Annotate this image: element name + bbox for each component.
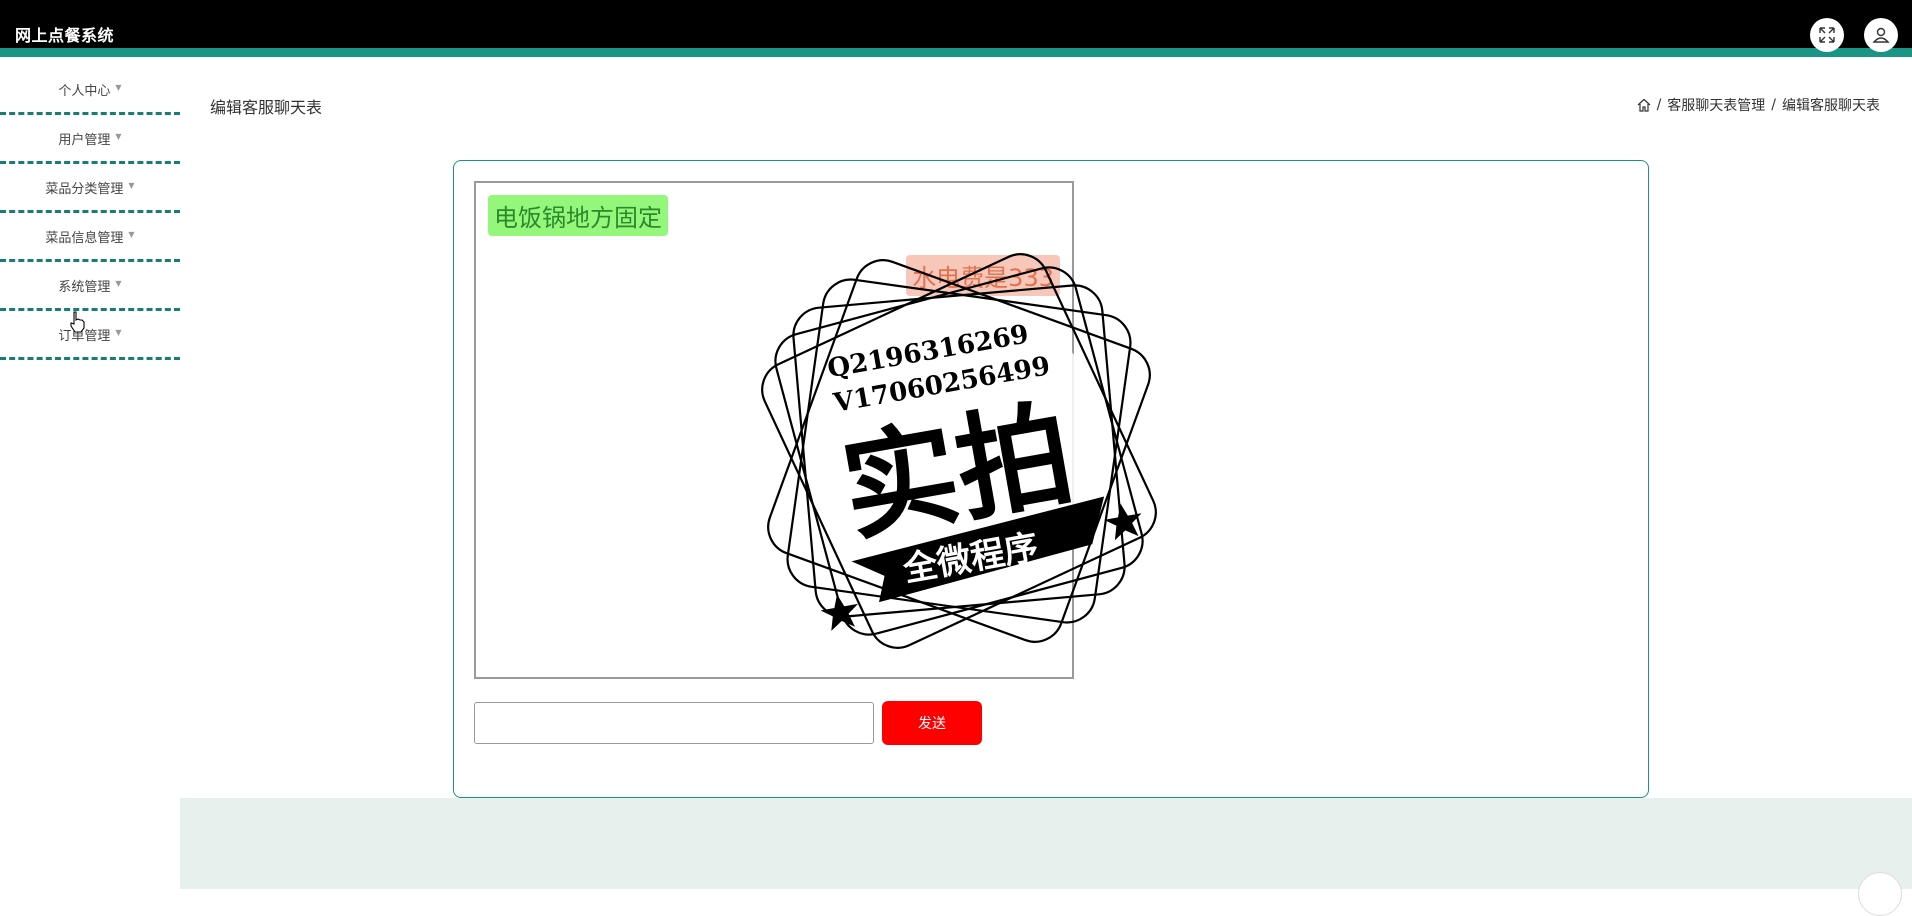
chat-card: 电饭锅地方固定 水电费是333 Q2196316269 V17060256499… — [453, 160, 1649, 798]
sidebar-item-personal-center[interactable]: 个人中心 ▼ — [0, 66, 180, 115]
breadcrumb-item-chat-management[interactable]: 客服聊天表管理 — [1667, 95, 1765, 115]
breadcrumb-separator: / — [1771, 97, 1776, 113]
caret-down-icon: ▼ — [115, 327, 122, 337]
chat-input-row: 发送 — [474, 701, 982, 745]
footer-area — [180, 798, 1912, 889]
sidebar-item-label: 个人中心 — [58, 83, 111, 99]
sidebar-item-dish-category[interactable]: 菜品分类管理 ▼ — [0, 164, 180, 213]
app-title: 网上点餐系统 — [15, 26, 115, 45]
caret-down-icon: ▼ — [115, 82, 122, 92]
caret-down-icon: ▼ — [115, 278, 122, 288]
expand-arrows-icon — [1819, 27, 1835, 43]
home-icon[interactable] — [1637, 98, 1651, 112]
caret-down-icon: ▼ — [128, 180, 135, 190]
breadcrumb-item-current: 编辑客服聊天表 — [1782, 98, 1880, 114]
sidebar-item-system[interactable]: 系统管理 ▼ — [0, 262, 180, 311]
back-to-top-button[interactable] — [1858, 872, 1902, 916]
watermark-stamp: Q2196316269 V17060256499 实拍 全微程序 — [761, 253, 1157, 649]
send-button[interactable]: 发送 — [882, 701, 982, 745]
sidebar-item-label: 系统管理 — [58, 279, 111, 295]
fullscreen-button[interactable] — [1810, 18, 1844, 52]
caret-down-icon: ▼ — [115, 131, 122, 141]
sidebar-item-label: 菜品分类管理 — [45, 181, 124, 197]
page-title: 编辑客服聊天表 — [210, 98, 323, 117]
user-icon — [1872, 27, 1890, 43]
breadcrumb-separator: / — [1656, 97, 1662, 113]
user-menu-button[interactable] — [1864, 18, 1898, 52]
hand-cursor-icon — [70, 311, 85, 333]
caret-down-icon: ▼ — [128, 229, 135, 239]
top-bar: 网上点餐系统 — [0, 0, 1912, 57]
chat-message-input[interactable] — [474, 702, 874, 744]
sidebar-item-label: 菜品信息管理 — [45, 230, 124, 246]
chat-message-left: 电饭锅地方固定 — [488, 195, 668, 236]
sidebar-item-user-management[interactable]: 用户管理 ▼ — [0, 115, 180, 164]
sidebar-item-dish-info[interactable]: 菜品信息管理 ▼ — [0, 213, 180, 262]
sidebar-item-label: 用户管理 — [58, 132, 111, 148]
breadcrumb: / 客服聊天表管理 / 编辑客服聊天表 — [1637, 95, 1880, 115]
sidebar-item-orders[interactable]: 订单管理 ▼ — [0, 311, 180, 360]
sidebar: 个人中心 ▼ 用户管理 ▼ 菜品分类管理 ▼ 菜品信息管理 ▼ 系统管理 ▼ 订单管理 ▼ — [0, 66, 180, 360]
